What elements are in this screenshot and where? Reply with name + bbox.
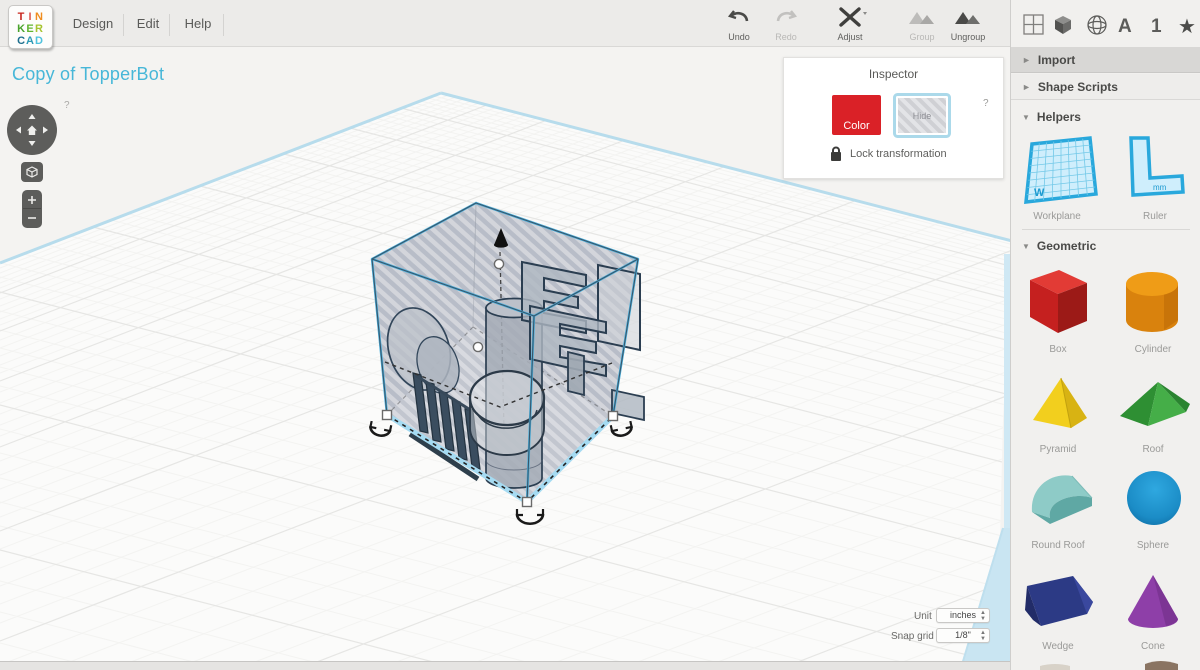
svg-text:?: ? (64, 100, 70, 111)
svg-text:★: ★ (1178, 16, 1196, 38)
svg-text:1: 1 (1151, 16, 1162, 37)
svg-text:A: A (1118, 16, 1132, 37)
svg-text:mm: mm (1153, 183, 1167, 192)
svg-text:W: W (1034, 187, 1045, 199)
svg-text:Hide: Hide (913, 111, 932, 121)
